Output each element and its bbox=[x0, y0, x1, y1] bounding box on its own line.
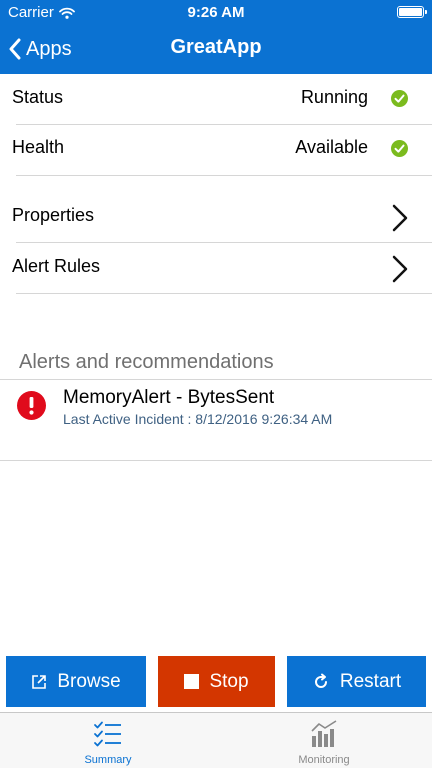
checkmark-circle-icon bbox=[391, 90, 408, 107]
refresh-icon bbox=[314, 673, 327, 688]
properties-label: Properties bbox=[12, 205, 95, 225]
row-divider bbox=[16, 293, 432, 294]
alert-rules-label: Alert Rules bbox=[12, 256, 101, 276]
status-time: 9:26 AM bbox=[187, 4, 245, 21]
status-value: Running bbox=[300, 87, 368, 107]
alert-rules-row[interactable]: Alert Rules bbox=[0, 243, 432, 293]
chevron-right-icon bbox=[392, 204, 408, 232]
tab-summary-label: Summary bbox=[84, 754, 132, 766]
back-label: Apps bbox=[26, 37, 72, 60]
navigation-bar: Apps GreatApp bbox=[0, 24, 432, 74]
exclamation-circle-icon bbox=[17, 391, 46, 420]
tab-monitoring-label: Monitoring bbox=[298, 754, 350, 766]
status-label: Status bbox=[12, 87, 64, 107]
chevron-right-icon bbox=[392, 255, 408, 283]
stop-label: Stop bbox=[209, 670, 249, 692]
health-value: Available bbox=[295, 137, 368, 157]
checklist-icon bbox=[94, 721, 121, 747]
alerts-section-title: Alerts and recommendations bbox=[19, 351, 274, 373]
stop-button[interactable]: Stop bbox=[158, 656, 275, 707]
properties-row[interactable]: Properties bbox=[0, 192, 432, 242]
row-divider bbox=[16, 175, 432, 176]
back-button[interactable]: Apps bbox=[8, 24, 72, 74]
chevron-left-icon bbox=[9, 38, 21, 60]
browse-label: Browse bbox=[57, 670, 121, 692]
status-row: Status Running bbox=[0, 74, 432, 124]
status-bar: Carrier 9:26 AM bbox=[0, 0, 432, 24]
restart-label: Restart bbox=[339, 670, 402, 692]
stop-square-icon bbox=[184, 674, 200, 689]
health-row: Health Available bbox=[0, 124, 432, 174]
app-header: Carrier 9:26 AM Apps GreatApp bbox=[0, 0, 432, 74]
browse-button[interactable]: Browse bbox=[6, 656, 146, 707]
alert-title: MemoryAlert - BytesSent bbox=[63, 387, 275, 408]
alert-item[interactable]: MemoryAlert - BytesSent Last Active Inci… bbox=[0, 379, 432, 461]
tab-summary[interactable]: Summary bbox=[38, 713, 178, 768]
tab-monitoring[interactable]: Monitoring bbox=[254, 713, 394, 768]
alert-subtitle: Last Active Incident : 8/12/2016 9:26:34… bbox=[63, 411, 333, 427]
battery-icon bbox=[397, 6, 427, 18]
external-link-icon bbox=[32, 674, 47, 689]
health-label: Health bbox=[12, 137, 65, 157]
checkmark-circle-icon bbox=[391, 140, 408, 157]
bar-chart-icon bbox=[311, 720, 337, 747]
tab-bar: Summary Monitoring bbox=[0, 712, 432, 768]
restart-button[interactable]: Restart bbox=[287, 656, 426, 707]
